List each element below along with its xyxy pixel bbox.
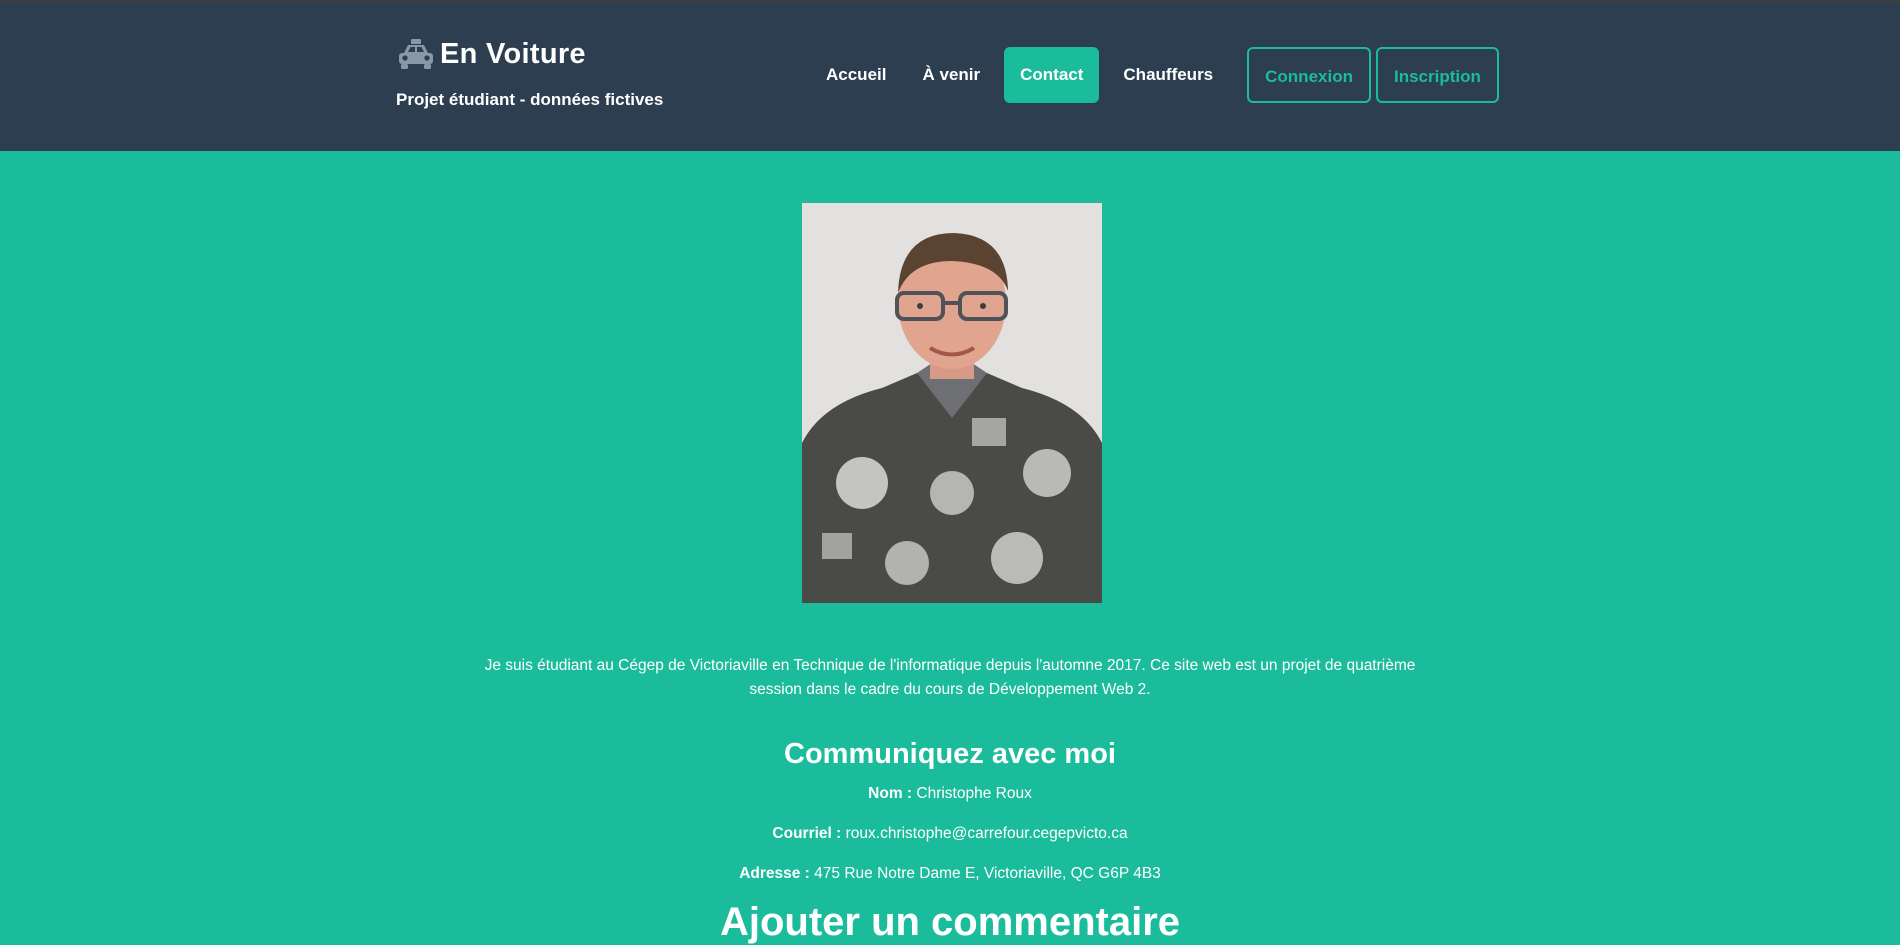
name-line: Nom : Christophe Roux — [0, 785, 1900, 803]
email-label: Courriel : — [772, 825, 842, 842]
name-value: Christophe Roux — [916, 785, 1032, 802]
brand-title: En Voiture — [440, 37, 586, 70]
profile-photo — [802, 203, 1102, 603]
site-header: En Voiture Projet étudiant - données fic… — [0, 3, 1900, 151]
address-value: 475 Rue Notre Dame E, Victoriaville, QC … — [814, 865, 1161, 882]
bio-text: Je suis étudiant au Cégep de Victoriavil… — [484, 657, 1416, 698]
contact-title: Communiquez avec moi — [784, 738, 1116, 770]
address-line: Adresse : 475 Rue Notre Dame E, Victoria… — [0, 865, 1900, 883]
address-label: Adresse : — [739, 865, 810, 882]
email-line: Courriel : roux.christophe@carrefour.ceg… — [0, 825, 1900, 843]
brand-subtitle: Projet étudiant - données fictives — [396, 90, 664, 109]
taxi-icon — [399, 39, 433, 69]
nav-chauffeurs[interactable]: Chauffeurs — [1105, 47, 1231, 103]
nav-accueil[interactable]: Accueil — [808, 47, 904, 103]
comment-title: Ajouter un commentaire — [719, 900, 1181, 944]
email-value[interactable]: roux.christophe@carrefour.cegepvicto.ca — [846, 825, 1128, 842]
signup-button[interactable]: Inscription — [1375, 47, 1499, 103]
login-button[interactable]: Connexion — [1247, 47, 1371, 103]
nav-a-venir[interactable]: À venir — [904, 47, 998, 103]
main-nav: Accueil À venir Contact Chauffeurs Conne… — [808, 47, 1499, 103]
brand[interactable]: En Voiture Projet étudiant - données fic… — [396, 37, 663, 110]
nav-contact[interactable]: Contact — [1004, 47, 1100, 103]
name-label: Nom : — [868, 785, 913, 802]
